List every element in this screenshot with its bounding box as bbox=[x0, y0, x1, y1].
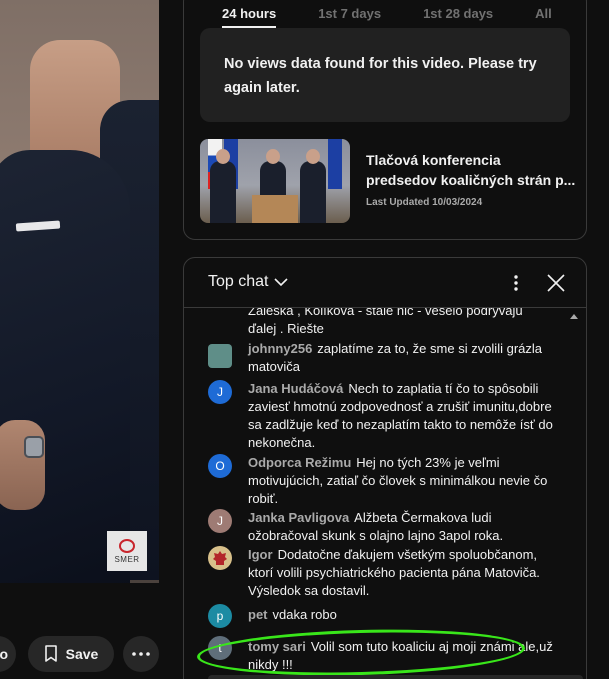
message-text: Žaleská , Kolíková - stále nič - veselo … bbox=[248, 308, 523, 318]
user-avatar[interactable]: J bbox=[208, 380, 232, 404]
close-chat-button[interactable] bbox=[543, 270, 569, 296]
flag-eu-right bbox=[328, 139, 342, 189]
chat-mode-dropdown[interactable]: Top chat bbox=[208, 273, 289, 291]
rose-icon bbox=[119, 538, 135, 553]
tab-first-28-days[interactable]: 1st 28 days bbox=[423, 6, 493, 28]
more-vertical-icon bbox=[514, 275, 518, 291]
user-avatar-crest-icon[interactable] bbox=[208, 546, 232, 570]
save-label: Save bbox=[65, 646, 99, 662]
partial-action-label: o bbox=[0, 646, 8, 662]
chat-header: Top chat bbox=[184, 258, 586, 308]
tab-first-7-days[interactable]: 1st 7 days bbox=[318, 6, 381, 28]
video-title-line-1: Tlačová konferencia bbox=[366, 152, 501, 168]
chat-message: Igor Dodatočne ďakujem všetkým spoluobčan… bbox=[208, 546, 558, 600]
video-thumbnail[interactable] bbox=[200, 139, 350, 223]
more-actions-button[interactable] bbox=[123, 636, 159, 672]
thumbnail-person bbox=[210, 149, 236, 223]
chat-more-button[interactable] bbox=[503, 270, 529, 296]
tab-all[interactable]: All bbox=[535, 6, 552, 28]
no-data-line-1: No views data found for this video. Plea… bbox=[224, 56, 537, 72]
message-author[interactable]: Igor bbox=[248, 547, 273, 562]
user-avatar[interactable]: O bbox=[208, 454, 232, 478]
message-text: Dodatočne ďakujem všetkým spoluobčanom, … bbox=[248, 547, 540, 598]
video-player[interactable]: SMER bbox=[0, 0, 159, 583]
crest-icon bbox=[213, 551, 227, 565]
message-text: vdaka robo bbox=[272, 607, 337, 622]
chat-input-edge[interactable] bbox=[208, 675, 583, 679]
chat-message: p pet vdaka robo bbox=[208, 604, 558, 628]
tab-24-hours[interactable]: 24 hours bbox=[222, 6, 277, 28]
wristwatch bbox=[24, 436, 44, 458]
chat-messages-list[interactable]: Žaleská , Kolíková - stále nič - veselo … bbox=[184, 308, 576, 679]
message-author[interactable]: Janka Pavligova bbox=[248, 510, 349, 525]
video-person-suit bbox=[0, 150, 130, 583]
message-author[interactable]: Odporca Režimu bbox=[248, 455, 351, 470]
partial-action-button[interactable]: o bbox=[0, 636, 16, 672]
more-horizontal-icon bbox=[132, 652, 150, 656]
bookmark-icon bbox=[44, 645, 57, 662]
user-avatar-image-icon[interactable] bbox=[208, 344, 232, 368]
smer-watermark-logo: SMER bbox=[107, 531, 147, 571]
live-chat-panel: Top chat Žaleská , Kolíková - stále nič … bbox=[183, 257, 587, 679]
chat-message: Žaleská , Kolíková - stále nič - veselo … bbox=[208, 308, 558, 338]
user-avatar[interactable]: J bbox=[208, 509, 232, 533]
message-author[interactable]: Jana Hudáčová bbox=[248, 381, 343, 396]
no-views-data-message: No views data found for this video. Plea… bbox=[200, 28, 570, 122]
message-author[interactable]: pet bbox=[248, 607, 268, 622]
message-text: ďalej . Riešte bbox=[248, 321, 324, 336]
video-title-line-2: predsedov koaličných strán p... bbox=[366, 172, 576, 188]
user-avatar[interactable]: p bbox=[208, 604, 232, 628]
thumbnail-person bbox=[300, 149, 326, 223]
close-icon bbox=[547, 274, 565, 292]
save-button[interactable]: Save bbox=[28, 636, 114, 672]
no-data-line-2: again later. bbox=[224, 80, 300, 96]
chevron-down-icon bbox=[274, 277, 289, 286]
chat-message: O Odporca Režimu Hej no tých 23% je veľmi… bbox=[208, 454, 558, 508]
chat-title: Top chat bbox=[208, 273, 269, 290]
thumbnail-podium bbox=[252, 195, 298, 223]
watermark-text: SMER bbox=[114, 554, 140, 564]
video-person-hand bbox=[0, 420, 45, 510]
message-author[interactable]: johnny256 bbox=[248, 341, 312, 356]
analytics-tabs: 24 hours 1st 7 days 1st 28 days All bbox=[222, 6, 552, 28]
chat-message: johnny256 zaplatíme za to, že sme si zvol… bbox=[208, 340, 558, 376]
video-title[interactable]: Tlačová konferencia predsedov koaličných… bbox=[366, 150, 576, 190]
chat-message: J Janka Pavligova Alžbeta Čermakova ludi … bbox=[208, 509, 558, 545]
last-updated-label: Last Updated 10/03/2024 bbox=[366, 197, 483, 208]
chat-message: J Jana Hudáčová Nech to zaplatia tí čo to… bbox=[208, 380, 558, 452]
